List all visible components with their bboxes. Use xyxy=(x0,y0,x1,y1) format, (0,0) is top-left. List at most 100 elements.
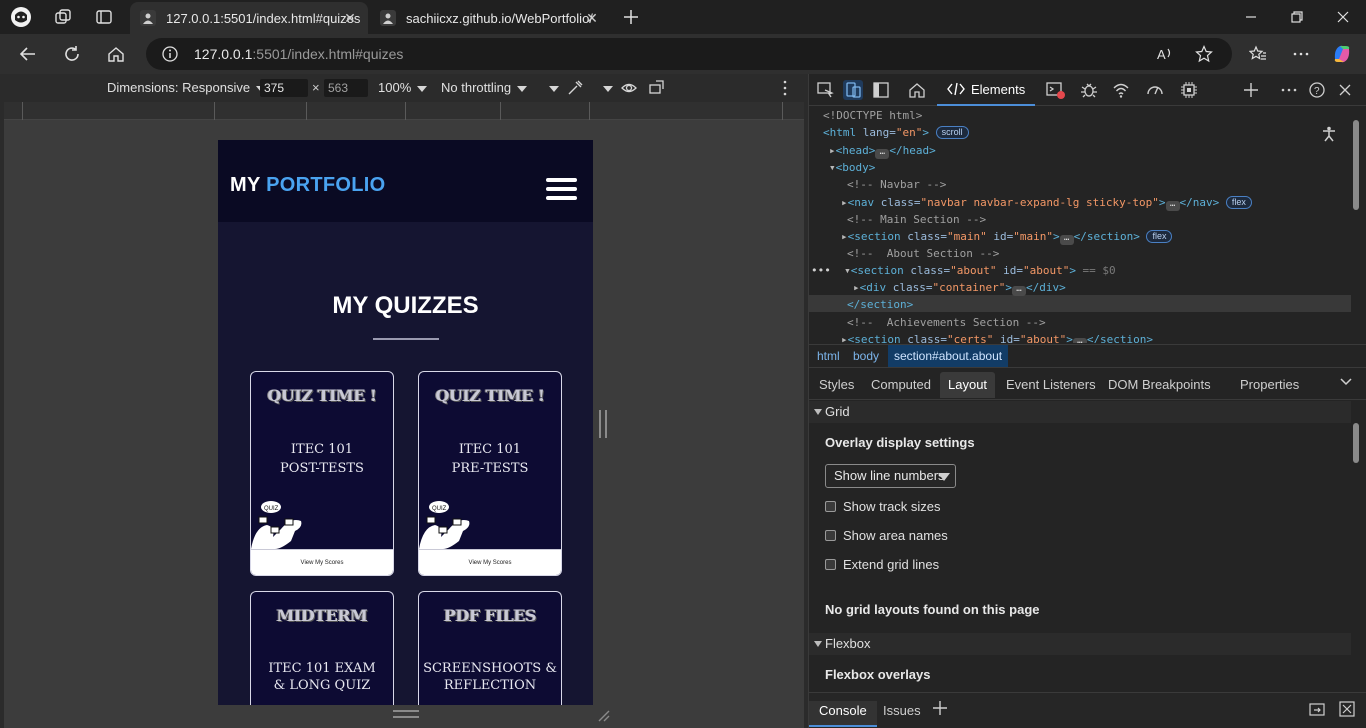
throttling-dropdown[interactable]: No throttling xyxy=(441,80,528,95)
close-devtools-icon[interactable] xyxy=(1335,80,1355,100)
bottom-resize-handle[interactable] xyxy=(393,710,419,718)
add-drawer-tab-icon[interactable] xyxy=(933,701,947,715)
site-brand[interactable]: MY PORTFOLIO xyxy=(230,174,385,197)
line-numbers-select[interactable]: Show line numbers xyxy=(825,464,956,488)
crumb-section-about[interactable]: section#about.about xyxy=(888,345,1009,367)
view-scores-button[interactable]: View My Scores xyxy=(419,549,561,575)
dimensions-dropdown[interactable]: Dimensions: Responsive xyxy=(107,80,267,95)
close-tab-icon[interactable]: ✕ xyxy=(342,10,358,26)
sources-bug-icon[interactable] xyxy=(1079,80,1099,100)
device-toolbar-toggle-icon[interactable] xyxy=(843,80,863,100)
crumb-body[interactable]: body xyxy=(847,345,885,367)
tab-console[interactable]: Console xyxy=(809,701,877,727)
tab-issues[interactable]: Issues xyxy=(873,701,931,727)
dom-div-container[interactable]: ▸<div class="container">… </div> xyxy=(853,279,1066,296)
accessibility-tree-icon[interactable] xyxy=(1321,126,1337,142)
right-resize-handle[interactable] xyxy=(599,410,607,438)
navigation-bar: 127.0.0.1:5501/index.html#quizes A xyxy=(0,34,1366,74)
more-options-icon[interactable] xyxy=(1287,40,1315,68)
dom-section-main[interactable]: ▸<section class="main" id="main">… </sect… xyxy=(841,228,1173,245)
close-tab-icon[interactable]: ✕ xyxy=(584,10,600,26)
tab-localhost[interactable]: 127.0.0.1:5501/index.html#quizes ✕ xyxy=(130,2,368,34)
dom-head-node[interactable]: ▸<head>… </head> xyxy=(829,142,936,159)
vision-dropdown[interactable] xyxy=(597,80,613,95)
chevron-down-icon[interactable] xyxy=(1340,377,1352,387)
grid-section-header[interactable]: Grid xyxy=(809,401,1351,423)
dom-comment-achievements[interactable]: <!-- Achievements Section --> xyxy=(847,314,1046,331)
flexbox-section-header[interactable]: Flexbox xyxy=(809,633,1351,655)
tab-actions-icon[interactable] xyxy=(93,6,115,28)
dom-section-close[interactable]: </section> xyxy=(847,296,913,313)
address-bar[interactable]: 127.0.0.1:5501/index.html#quizes A xyxy=(146,38,1232,70)
dom-section-about[interactable]: ••• ▾<section class="about" id="about"> … xyxy=(811,262,1116,279)
quiz-card-post-tests[interactable]: QUIZ TIME ! ITEC 101 POST-TESTS QUIZ View… xyxy=(250,371,394,576)
view-scores-button[interactable]: View My Scores xyxy=(251,549,393,575)
tab-event-listeners[interactable]: Event Listeners xyxy=(998,372,1104,398)
tab-computed[interactable]: Computed xyxy=(863,372,939,398)
profile-avatar-icon[interactable] xyxy=(10,6,32,28)
extend-grid-lines-checkbox[interactable]: Extend grid lines xyxy=(825,556,939,572)
tab-elements[interactable]: Elements xyxy=(937,74,1035,106)
workspaces-icon[interactable] xyxy=(52,6,74,28)
close-window-icon[interactable] xyxy=(1320,0,1366,34)
flex-badge[interactable]: flex xyxy=(1146,230,1173,243)
crumb-html[interactable]: html xyxy=(811,345,846,367)
more-tools-plus-icon[interactable] xyxy=(1241,80,1261,100)
scroll-badge[interactable]: scroll xyxy=(935,126,969,139)
tab-layout[interactable]: Layout xyxy=(940,372,996,398)
memory-chip-icon[interactable] xyxy=(1179,80,1199,100)
dom-comment-about[interactable]: <!-- About Section --> xyxy=(847,245,999,262)
network-wifi-icon[interactable] xyxy=(1111,80,1131,100)
close-drawer-icon[interactable] xyxy=(1339,701,1355,717)
drawer-dock-icon[interactable] xyxy=(1309,701,1327,717)
dom-nav-node[interactable]: ▸<nav class="navbar navbar-expand-lg sti… xyxy=(841,194,1252,211)
quiz-card-pre-tests[interactable]: QUIZ TIME ! ITEC 101 PRE-TESTS QUIZ View … xyxy=(418,371,562,576)
favorite-star-icon[interactable] xyxy=(1195,45,1213,63)
corner-resize-icon[interactable] xyxy=(596,708,610,722)
favorites-icon[interactable] xyxy=(1244,40,1272,68)
copilot-icon[interactable] xyxy=(1328,40,1356,68)
dom-body-node[interactable]: ▾<body> xyxy=(829,159,875,176)
save-data-dropdown[interactable] xyxy=(543,80,559,95)
console-errors-icon[interactable] xyxy=(1045,80,1065,100)
devtools-more-icon[interactable] xyxy=(1279,80,1299,100)
show-area-names-checkbox[interactable]: Show area names xyxy=(825,527,948,543)
no-grid-message: No grid layouts found on this page xyxy=(825,602,1040,617)
layout-scrollbar[interactable] xyxy=(1353,423,1359,463)
home-icon[interactable] xyxy=(102,40,130,68)
site-info-icon[interactable] xyxy=(162,46,178,62)
dock-side-icon[interactable] xyxy=(871,80,891,100)
vision-deficiency-icon[interactable] xyxy=(620,79,638,97)
tab-github-pages[interactable]: sachiicxz.github.io/WebPortfolio/ ✕ xyxy=(370,2,610,34)
restore-icon[interactable] xyxy=(1274,0,1320,34)
show-track-sizes-checkbox[interactable]: Show track sizes xyxy=(825,498,941,514)
minimize-icon[interactable] xyxy=(1228,0,1274,34)
dom-comment-main[interactable]: <!-- Main Section --> xyxy=(847,211,986,228)
welcome-home-icon[interactable] xyxy=(907,80,927,100)
dom-html-node[interactable]: <html lang="en"> scroll xyxy=(823,124,969,141)
dom-doctype[interactable]: <!DOCTYPE html> xyxy=(823,107,922,124)
dom-tree-scrollbar[interactable] xyxy=(1353,120,1359,210)
eyedropper-icon[interactable] xyxy=(566,79,584,97)
device-more-icon[interactable] xyxy=(778,79,792,97)
flex-badge[interactable]: flex xyxy=(1225,196,1252,209)
refresh-icon[interactable] xyxy=(58,40,86,68)
read-aloud-icon[interactable]: A xyxy=(1156,45,1174,63)
quiz-card-pdf-files[interactable]: PDF FILES SCREENSHOOTS & REFLECTION xyxy=(418,591,562,705)
performance-gauge-icon[interactable] xyxy=(1145,80,1165,100)
tab-styles[interactable]: Styles xyxy=(811,372,862,398)
height-input[interactable]: 563 xyxy=(324,79,368,97)
inspect-element-icon[interactable] xyxy=(815,80,835,100)
rotate-icon[interactable] xyxy=(648,79,666,97)
zoom-dropdown[interactable]: 100% xyxy=(378,80,428,95)
tab-properties[interactable]: Properties xyxy=(1232,372,1307,398)
quiz-card-midterm[interactable]: MIDTERM ITEC 101 EXAM & LONG QUIZ xyxy=(250,591,394,705)
dom-section-certs[interactable]: ▸<section class="certs" id="about">… </se… xyxy=(841,331,1153,343)
dom-comment-navbar[interactable]: <!-- Navbar --> xyxy=(847,176,946,193)
back-icon[interactable] xyxy=(14,40,42,68)
new-tab-icon[interactable] xyxy=(620,6,642,28)
hamburger-menu-icon[interactable] xyxy=(546,178,577,200)
tab-dom-breakpoints[interactable]: DOM Breakpoints xyxy=(1100,372,1219,398)
width-input[interactable]: 375 xyxy=(260,79,308,97)
help-icon[interactable]: ? xyxy=(1307,80,1327,100)
